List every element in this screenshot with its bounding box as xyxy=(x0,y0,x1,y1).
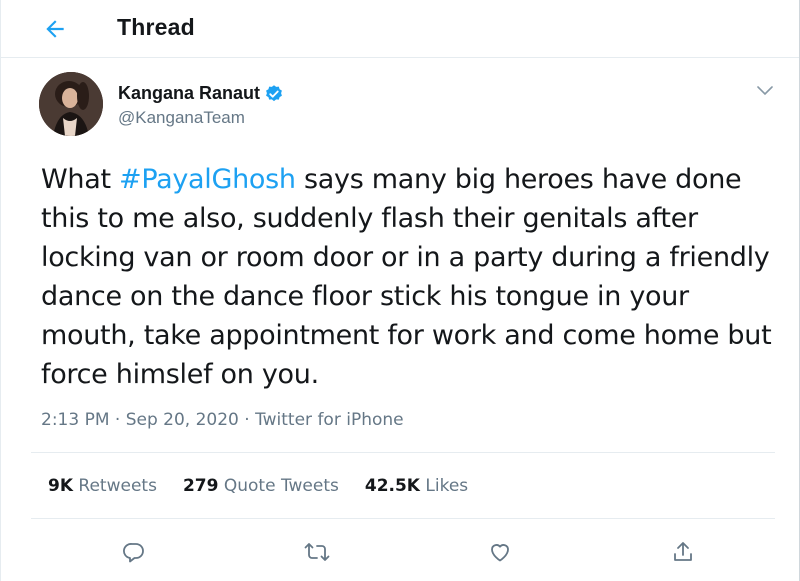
tweet-text-after: says many big heroes have done this to m… xyxy=(41,164,772,390)
author-avatar[interactable] xyxy=(39,72,103,136)
thread-header: Thread xyxy=(1,0,799,58)
tweet-text: What #PayalGhosh says many big heroes ha… xyxy=(41,160,781,394)
page-title: Thread xyxy=(117,14,195,40)
likes-count: 42.5K xyxy=(364,476,420,496)
more-options-button[interactable] xyxy=(751,80,779,102)
back-button[interactable] xyxy=(35,9,75,49)
tweet-stats: 9K Retweets 279 Quote Tweets 42.5K Likes xyxy=(48,476,468,496)
reply-icon xyxy=(123,543,144,563)
hashtag-link[interactable]: #PayalGhosh xyxy=(119,164,296,195)
retweets-label: Retweets xyxy=(78,476,157,496)
likes-stat[interactable]: 42.5K Likes xyxy=(365,476,468,496)
retweet-button[interactable] xyxy=(300,535,334,569)
divider xyxy=(31,518,775,519)
quote-tweets-count: 279 xyxy=(182,476,219,496)
author-name-text: Kangana Ranaut xyxy=(118,83,261,103)
tweet-meta[interactable]: 2:13 PM · Sep 20, 2020 · Twitter for iPh… xyxy=(41,410,404,430)
author-handle[interactable]: @KanganaTeam xyxy=(118,108,245,128)
arrow-left-icon xyxy=(46,20,64,38)
tweet-thread-view: Thread Kangana Ranaut @KanganaTeam What … xyxy=(0,0,800,581)
retweets-count: 9K xyxy=(48,476,74,496)
like-icon xyxy=(491,544,509,562)
share-icon xyxy=(674,542,692,561)
avatar-image xyxy=(39,72,103,136)
likes-label: Likes xyxy=(425,476,469,496)
retweet-icon xyxy=(304,543,330,561)
reply-button[interactable] xyxy=(117,535,151,569)
like-button[interactable] xyxy=(483,535,517,569)
divider xyxy=(31,452,775,453)
share-button[interactable] xyxy=(666,535,700,569)
tweet-text-before: What xyxy=(41,164,120,195)
retweets-stat[interactable]: 9K Retweets xyxy=(48,476,157,496)
quote-tweets-label: Quote Tweets xyxy=(223,476,339,496)
verified-badge-icon xyxy=(266,84,282,101)
author-name[interactable]: Kangana Ranaut xyxy=(118,83,284,104)
chevron-down-icon xyxy=(757,86,773,96)
quote-tweets-stat[interactable]: 279 Quote Tweets xyxy=(183,476,339,496)
